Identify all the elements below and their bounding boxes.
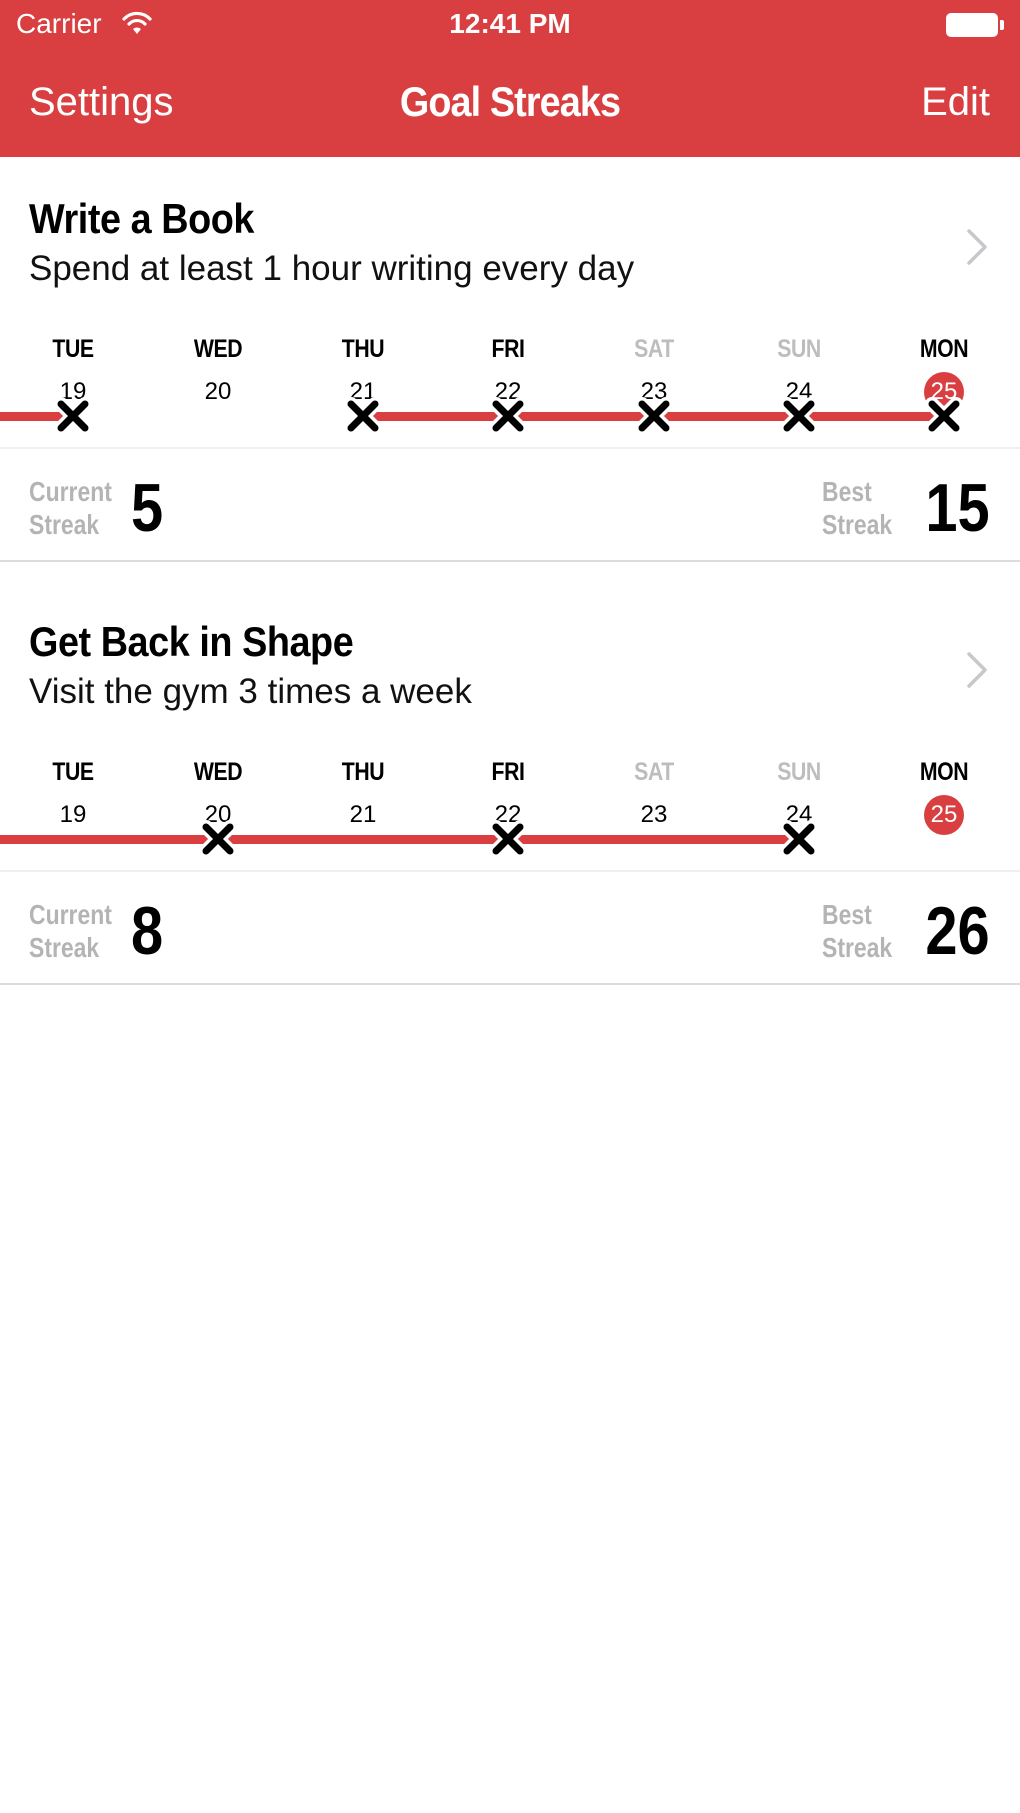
battery-tip <box>1000 20 1004 30</box>
day-number: 21 <box>349 801 377 828</box>
current-streak-value: 5 <box>131 470 164 546</box>
day-name: MON <box>919 335 969 363</box>
day-number-wrap: 23 <box>594 797 714 833</box>
day-name: FRI <box>491 758 525 786</box>
battery-icon <box>946 13 998 37</box>
best-streak-label: Best Streak <box>822 898 892 964</box>
label-line: Streak <box>822 509 893 540</box>
today-badge: 25 <box>924 795 964 835</box>
day-number-wrap: 21 <box>303 797 423 833</box>
day-number-wrap: 20 <box>158 374 278 410</box>
label-line: Current <box>29 899 112 930</box>
check-x-icon[interactable] <box>343 396 383 436</box>
goal-card: Write a Book Spend at least 1 hour writi… <box>0 157 1020 562</box>
goal-description: Visit the gym 3 times a week <box>29 672 472 711</box>
status-bar: Carrier 12:41 PM <box>0 0 1020 50</box>
header-bar: Carrier 12:41 PM Settings Goal Streaks E… <box>0 0 1020 157</box>
day-number: 23 <box>640 801 668 828</box>
day-name: TUE <box>52 758 94 786</box>
goal-card: Get Back in Shape Visit the gym 3 times … <box>0 580 1020 985</box>
label-line: Best <box>822 476 872 507</box>
day-name: SAT <box>634 335 674 363</box>
goal-description: Spend at least 1 hour writing every day <box>29 249 635 288</box>
best-streak-value: 15 <box>925 470 990 546</box>
streak-summary: Current Streak 5 Best Streak 15 <box>0 447 1020 562</box>
day-name: TUE <box>52 335 94 363</box>
label-line: Streak <box>822 932 893 963</box>
day-number: 20 <box>204 378 232 405</box>
day-number: 19 <box>59 801 87 828</box>
label-line: Best <box>822 899 872 930</box>
status-time: 12:41 PM <box>449 8 571 39</box>
chevron-right-icon[interactable] <box>964 227 990 267</box>
day-name: SAT <box>634 758 674 786</box>
edit-button[interactable]: Edit <box>921 80 990 125</box>
check-x-icon[interactable] <box>924 396 964 436</box>
day-number-wrap: 19 <box>13 797 133 833</box>
check-x-icon[interactable] <box>53 396 93 436</box>
day-name: FRI <box>491 335 525 363</box>
goal-row-button[interactable]: Write a Book Spend at least 1 hour writi… <box>0 157 1020 317</box>
check-x-icon[interactable] <box>779 819 819 859</box>
streak-summary: Current Streak 8 Best Streak 26 <box>0 870 1020 985</box>
day-name: SUN <box>777 335 821 363</box>
day-name: SUN <box>777 758 821 786</box>
label-line: Streak <box>29 509 100 540</box>
current-streak-value: 8 <box>131 893 164 969</box>
label-line: Streak <box>29 932 100 963</box>
check-x-icon[interactable] <box>488 819 528 859</box>
current-streak-label: Current Streak <box>29 898 112 964</box>
day-number-wrap: 25 <box>884 795 1004 835</box>
day-name: THU <box>341 758 385 786</box>
goal-title: Write a Book <box>29 195 254 242</box>
check-x-icon[interactable] <box>779 396 819 436</box>
navigation-bar: Settings Goal Streaks Edit <box>0 70 1020 140</box>
check-x-icon[interactable] <box>634 396 674 436</box>
day-name: WED <box>193 758 243 786</box>
label-line: Current <box>29 476 112 507</box>
day-name: MON <box>919 758 969 786</box>
current-streak-label: Current Streak <box>29 475 112 541</box>
chevron-right-icon[interactable] <box>964 650 990 690</box>
page-title: Goal Streaks <box>399 78 621 125</box>
goal-title: Get Back in Shape <box>29 618 354 665</box>
check-x-icon[interactable] <box>198 819 238 859</box>
day-name: THU <box>341 335 385 363</box>
day-name: WED <box>193 335 243 363</box>
best-streak-value: 26 <box>925 893 990 969</box>
goal-row-button[interactable]: Get Back in Shape Visit the gym 3 times … <box>0 580 1020 740</box>
check-x-icon[interactable] <box>488 396 528 436</box>
best-streak-label: Best Streak <box>822 475 892 541</box>
